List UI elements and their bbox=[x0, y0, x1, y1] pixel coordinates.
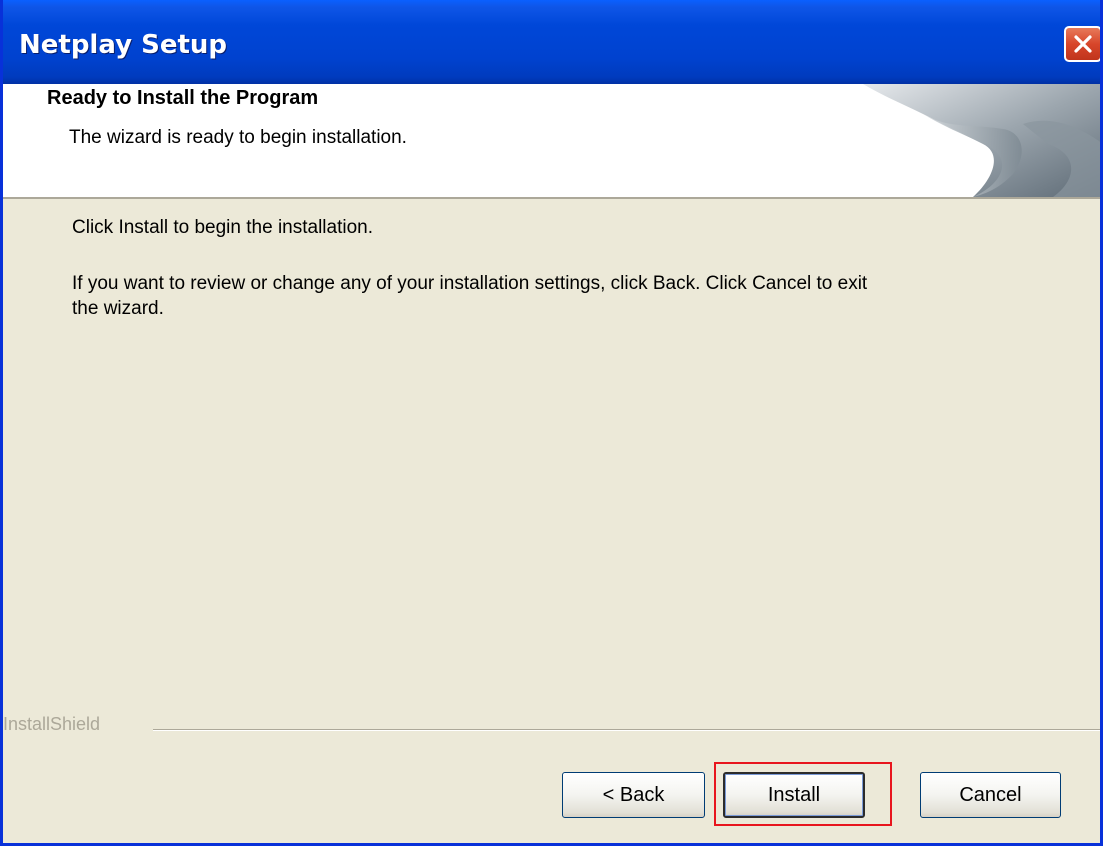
divider-line bbox=[153, 729, 1100, 731]
instruction-text: Click Install to begin the installation. bbox=[72, 217, 373, 238]
wizard-header: Ready to Install the Program The wizard … bbox=[3, 84, 1100, 199]
install-highlight-box bbox=[714, 762, 892, 826]
installshield-divider: InstallShield bbox=[3, 714, 1100, 738]
page-subtitle: The wizard is ready to begin installatio… bbox=[69, 127, 407, 148]
page-title: Ready to Install the Program bbox=[47, 87, 319, 109]
cancel-button[interactable]: Cancel bbox=[920, 772, 1061, 818]
close-icon bbox=[1074, 35, 1092, 53]
setup-window: Netplay Setup Ready to Install the Progr… bbox=[0, 0, 1103, 846]
review-text-line2: the wizard. bbox=[72, 298, 164, 319]
installshield-graphic bbox=[863, 84, 1100, 197]
installshield-label: InstallShield bbox=[3, 714, 109, 735]
title-bar[interactable]: Netplay Setup bbox=[3, 0, 1100, 84]
back-button[interactable]: < Back bbox=[562, 772, 705, 818]
close-button[interactable] bbox=[1064, 26, 1100, 62]
review-text-line1: If you want to review or change any of y… bbox=[72, 273, 868, 294]
window-title: Netplay Setup bbox=[19, 30, 227, 60]
